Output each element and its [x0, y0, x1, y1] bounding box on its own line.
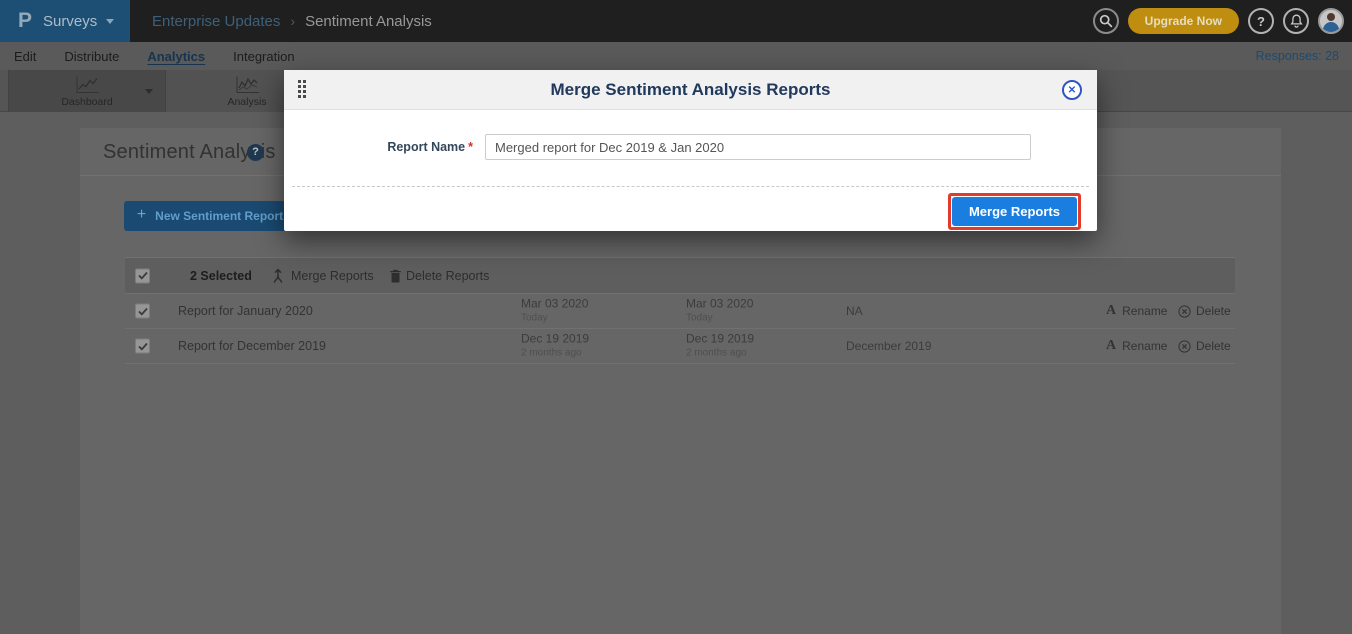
- modified-date-cell: Mar 03 2020 Today: [686, 298, 753, 325]
- highlight-annotation: Merge Reports: [948, 193, 1081, 230]
- checkmark-icon: [138, 272, 148, 280]
- created-date: Mar 03 2020: [521, 297, 588, 311]
- delete-reports-button[interactable]: [389, 268, 402, 283]
- modified-date-cell: Dec 19 2019 2 months ago: [686, 333, 754, 360]
- dashboard-chart-icon: [74, 75, 100, 94]
- delete-button[interactable]: Delete: [1178, 304, 1231, 318]
- rename-label: Rename: [1122, 304, 1167, 318]
- report-name-link[interactable]: Report for January 2020: [178, 304, 313, 318]
- rename-letter-icon: A: [1106, 338, 1116, 354]
- bell-icon: [1290, 14, 1303, 28]
- report-name-form-row: Report Name*: [284, 134, 1097, 160]
- product-label: Surveys: [43, 13, 97, 30]
- report-name-label: Report Name*: [284, 140, 473, 154]
- rename-button[interactable]: A Rename: [1106, 338, 1167, 354]
- page-help-icon[interactable]: ?: [247, 144, 264, 161]
- search-icon: [1099, 14, 1113, 28]
- questionpro-logo-icon: P: [18, 9, 32, 33]
- report-name-input[interactable]: [485, 134, 1031, 160]
- drag-handle-icon[interactable]: [298, 80, 306, 98]
- merge-reports-modal: Merge Sentiment Analysis Reports ✕ Repor…: [284, 70, 1097, 231]
- toolbar-tab-label: Dashboard: [61, 96, 112, 108]
- tab-distribute[interactable]: Distribute: [64, 49, 119, 64]
- created-date: Dec 19 2019: [521, 332, 589, 346]
- rename-letter-icon: A: [1106, 303, 1116, 319]
- subnav-items: Edit Distribute Analytics Integration: [14, 42, 295, 70]
- help-button[interactable]: ?: [1248, 8, 1274, 34]
- breadcrumb-current-page: Sentiment Analysis: [305, 13, 432, 30]
- created-date-cell: Mar 03 2020 Today: [521, 298, 588, 325]
- delete-circle-icon: [1178, 305, 1191, 318]
- rename-button[interactable]: A Rename: [1106, 303, 1167, 319]
- search-button[interactable]: [1093, 8, 1119, 34]
- reports-table: 2 Selected Merge Reports Delete Reports: [125, 257, 1235, 364]
- merge-icon: [271, 268, 285, 284]
- modal-footer: Merge Reports: [292, 186, 1089, 231]
- merge-reports-submit-button[interactable]: Merge Reports: [952, 197, 1077, 226]
- breadcrumb-separator: ›: [290, 13, 295, 29]
- toolbar-tab-label: Analysis: [227, 96, 266, 108]
- avatar-body: [1323, 22, 1339, 34]
- survey-subnav: Edit Distribute Analytics Integration Re…: [0, 42, 1352, 70]
- delete-label: Delete: [1196, 304, 1231, 318]
- checkmark-icon: [138, 307, 148, 315]
- table-bulk-actions-row: 2 Selected Merge Reports Delete Reports: [125, 257, 1235, 294]
- merge-reports-button[interactable]: [271, 268, 285, 284]
- row-checkbox[interactable]: [135, 339, 150, 354]
- tab-analytics[interactable]: Analytics: [147, 49, 205, 64]
- trash-icon: [389, 268, 402, 283]
- notifications-button[interactable]: [1283, 8, 1309, 34]
- modal-body: Report Name*: [284, 110, 1097, 186]
- close-icon: ✕: [1068, 85, 1076, 96]
- new-report-label: New Sentiment Report: [155, 209, 283, 223]
- row-checkbox[interactable]: [135, 304, 150, 319]
- modal-title: Merge Sentiment Analysis Reports: [284, 70, 1097, 110]
- navbar-actions: Upgrade Now ?: [1093, 0, 1344, 42]
- question-mark-icon: ?: [1257, 14, 1265, 29]
- dashboard-caret-icon[interactable]: [145, 89, 153, 94]
- modified-date: Mar 03 2020: [686, 297, 753, 311]
- plus-icon: +: [137, 206, 146, 224]
- modified-date: Dec 19 2019: [686, 332, 754, 346]
- tab-integration[interactable]: Integration: [233, 49, 294, 64]
- created-date-cell: Dec 19 2019 2 months ago: [521, 333, 589, 360]
- modal-header: Merge Sentiment Analysis Reports ✕: [284, 70, 1097, 110]
- delete-circle-icon: [1178, 340, 1191, 353]
- avatar-head: [1327, 13, 1335, 21]
- created-relative: Today: [521, 313, 548, 324]
- required-marker: *: [468, 140, 473, 154]
- period-cell: NA: [846, 304, 863, 318]
- toolbar-tab-dashboard[interactable]: Dashboard: [8, 70, 166, 112]
- top-navbar: P Surveys Enterprise Updates › Sentiment…: [0, 0, 1352, 42]
- tab-edit[interactable]: Edit: [14, 49, 36, 64]
- select-all-checkbox[interactable]: [135, 268, 150, 283]
- period-cell: December 2019: [846, 339, 931, 353]
- modified-relative: 2 months ago: [686, 348, 747, 359]
- chevron-down-icon: [106, 19, 114, 24]
- table-row: Report for January 2020 Mar 03 2020 Toda…: [125, 294, 1235, 329]
- modified-relative: Today: [686, 313, 713, 324]
- table-row: Report for December 2019 Dec 19 2019 2 m…: [125, 329, 1235, 364]
- merge-reports-label[interactable]: Merge Reports: [291, 269, 374, 283]
- product-switcher[interactable]: P Surveys: [0, 0, 130, 42]
- responses-count[interactable]: Responses: 28: [1256, 42, 1339, 70]
- delete-label: Delete: [1196, 339, 1231, 353]
- delete-reports-label[interactable]: Delete Reports: [406, 269, 489, 283]
- report-name-label-text: Report Name: [387, 140, 465, 154]
- delete-button[interactable]: Delete: [1178, 339, 1231, 353]
- analysis-chart-icon: [234, 75, 260, 94]
- user-avatar[interactable]: [1318, 8, 1344, 34]
- breadcrumb: Enterprise Updates › Sentiment Analysis: [152, 0, 432, 42]
- checkmark-icon: [138, 342, 148, 350]
- modal-close-button[interactable]: ✕: [1062, 80, 1082, 100]
- created-relative: 2 months ago: [521, 348, 582, 359]
- upgrade-now-button[interactable]: Upgrade Now: [1128, 8, 1239, 34]
- rename-label: Rename: [1122, 339, 1167, 353]
- new-sentiment-report-button[interactable]: + New Sentiment Report: [124, 201, 296, 231]
- selected-count-label: 2 Selected: [190, 269, 252, 283]
- report-name-link[interactable]: Report for December 2019: [178, 339, 326, 353]
- breadcrumb-survey-name[interactable]: Enterprise Updates: [152, 13, 280, 30]
